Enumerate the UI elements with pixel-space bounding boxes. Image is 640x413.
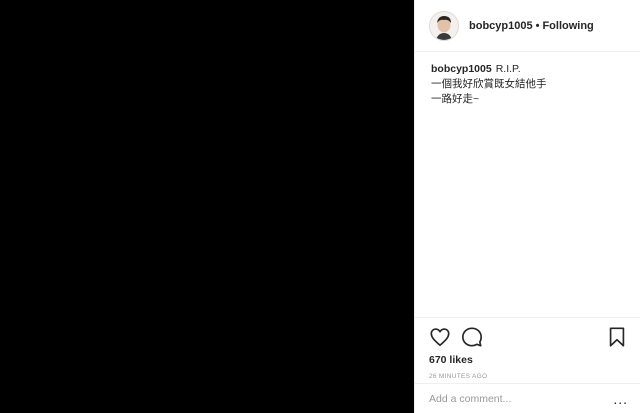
post-header: bobcyp1005 • Following [415,0,640,52]
comment-bar [415,383,640,413]
action-icons [429,324,626,350]
comment-input[interactable] [427,391,628,406]
like-count[interactable]: 670 likes [429,354,626,366]
comment-icon[interactable] [461,326,483,348]
profile-avatar-icon [430,11,458,40]
bookmark-icon[interactable] [606,326,628,348]
avatar[interactable] [429,10,459,41]
post-timestamp[interactable]: 26 MINUTES AGO [429,373,626,380]
post-image[interactable] [0,0,414,413]
following-button[interactable]: Following [542,20,593,32]
caption: bobcyp1005 R.I.P. 一個我好欣賞既女結他手 一路好走~ [415,52,640,107]
header-text: bobcyp1005 • Following [469,20,594,32]
separator-dot: • [535,19,540,32]
post-side-panel: bobcyp1005 • Following bobcyp1005 R.I.P. 一個… [414,0,640,413]
username-link[interactable]: bobcyp1005 [469,20,533,32]
more-options-icon[interactable]: ... [613,392,628,406]
caption-text-3: 一路好走~ [431,93,480,105]
instagram-post: bobcyp1005 • Following bobcyp1005 R.I.P. 一個… [0,0,640,413]
heart-icon[interactable] [429,326,451,348]
caption-line-1: bobcyp1005 R.I.P. [431,62,626,77]
caption-username[interactable]: bobcyp1005 [431,63,492,75]
caption-text-1: R.I.P. [495,63,521,75]
caption-text-2: 一個我好欣賞既女結他手 [431,78,547,90]
